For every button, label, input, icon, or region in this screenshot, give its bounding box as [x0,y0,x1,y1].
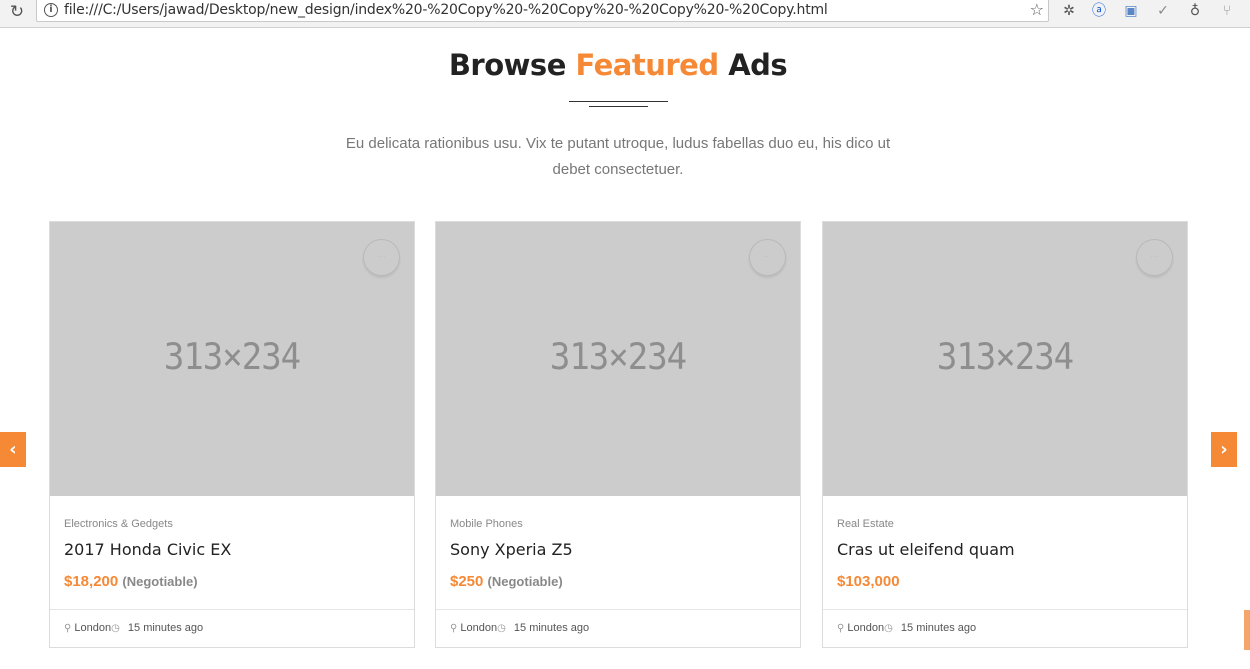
favorite-icon[interactable]: · · · [749,239,786,276]
map-pin-icon: ⚲ [837,623,845,634]
ad-price: $250 [450,573,484,590]
ad-meta: ⚲ London◷ 15 minutes ago [450,622,589,634]
ad-price-note: (Negotiable) [487,574,563,589]
url-text[interactable]: file:///C:/Users/jawad/Desktop/new_desig… [64,2,828,18]
scroll-to-top-button[interactable] [1244,610,1250,650]
ad-image-placeholder[interactable]: 313×234 · · · [50,222,414,496]
map-pin-icon: ⚲ [450,623,458,634]
extension-bug-icon[interactable]: ✲ [1060,2,1078,20]
ad-image-placeholder[interactable]: 313×234 · · · [823,222,1187,496]
ad-image-placeholder[interactable]: 313×234 · · · [436,222,800,496]
ad-price: $103,000 [837,573,900,590]
carousel-next-button[interactable]: › [1211,432,1237,467]
ad-price-row: $103,000 [837,573,900,590]
image-size-label: 313×234 [936,335,1074,379]
extension-check-icon[interactable]: ✓ [1154,2,1172,20]
chevron-right-icon: › [1220,439,1228,460]
section-title-end: Ads [728,48,788,82]
title-divider-short [589,106,648,107]
section-title-accent: Featured [575,48,719,82]
ad-price-note: (Negotiable) [122,574,198,589]
favorite-icon[interactable]: · · · [363,239,400,276]
address-bar[interactable]: i file:///C:/Users/jawad/Desktop/new_des… [36,0,1049,22]
ad-price-row: $18,200 (Negotiable) [64,573,198,590]
ad-category[interactable]: Mobile Phones [450,518,523,530]
card-divider [436,609,800,610]
card-divider [823,609,1187,610]
section-title-start: Browse [448,48,567,82]
clock-icon: ◷ [884,623,893,634]
chevron-left-icon: ‹ [9,439,17,460]
browser-toolbar: ↻ i file:///C:/Users/jawad/Desktop/new_d… [0,0,1250,28]
ad-category[interactable]: Electronics & Gedgets [64,518,173,530]
ad-price: $18,200 [64,573,119,590]
ad-meta: ⚲ London◷ 15 minutes ago [64,622,203,634]
reload-icon[interactable]: ↻ [6,1,28,23]
ad-card[interactable]: 313×234 · · · Electronics & Gedgets 2017… [49,221,415,648]
title-divider-long [569,101,668,102]
extension-branch-icon[interactable]: ⑂ [1218,2,1236,20]
ad-location[interactable]: London [74,622,111,634]
info-icon[interactable]: i [44,3,58,17]
star-icon[interactable]: ☆ [1030,0,1044,19]
extension-a-icon[interactable]: ⓐ [1090,2,1108,20]
extension-window-icon[interactable]: ▣ [1122,2,1140,20]
extension-cup-icon[interactable]: ♁ [1186,2,1204,20]
ad-title[interactable]: Sony Xperia Z5 [450,540,573,559]
ad-title[interactable]: Cras ut eleifend quam [837,540,1015,559]
map-pin-icon: ⚲ [64,623,72,634]
image-size-label: 313×234 [163,335,301,379]
ad-price-row: $250 (Negotiable) [450,573,563,590]
ad-category[interactable]: Real Estate [837,518,894,530]
clock-icon: ◷ [111,623,120,634]
ad-time: 15 minutes ago [513,622,590,634]
clock-icon: ◷ [497,623,506,634]
section-title: Browse Featured Ads [0,48,1236,82]
section-intro: Eu delicata rationibus usu. Vix te putan… [345,135,891,178]
ad-card[interactable]: 313×234 · · · Mobile Phones Sony Xperia … [435,221,801,648]
image-size-label: 313×234 [549,335,687,379]
card-divider [50,609,414,610]
carousel-prev-button[interactable]: ‹ [0,432,26,467]
ad-meta: ⚲ London◷ 15 minutes ago [837,622,976,634]
ad-location[interactable]: London [460,622,497,634]
ad-card[interactable]: 313×234 · · · Real Estate Cras ut eleife… [822,221,1188,648]
ad-time: 15 minutes ago [900,622,977,634]
ad-time: 15 minutes ago [127,622,204,634]
ad-title[interactable]: 2017 Honda Civic EX [64,540,231,559]
favorite-icon[interactable]: · · · [1136,239,1173,276]
ad-location[interactable]: London [847,622,884,634]
